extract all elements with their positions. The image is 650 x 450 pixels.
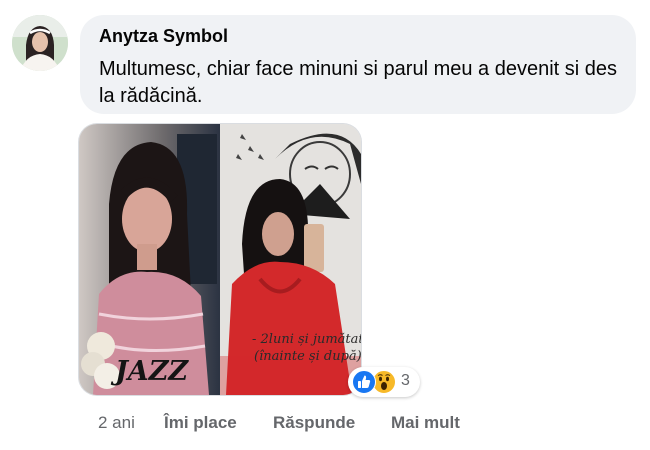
photo-before: JAZZ	[79, 124, 220, 395]
avatar-image	[12, 15, 68, 71]
comment-timestamp[interactable]: 2 ani	[98, 413, 135, 433]
photo-caption-duration: - 2luni și jumătate	[252, 332, 361, 347]
avatar[interactable]	[12, 15, 68, 71]
like-icon	[352, 370, 376, 394]
more-button[interactable]: Mai mult	[391, 413, 460, 433]
like-button[interactable]: Îmi place	[164, 413, 237, 433]
photo-caption-jazz: JAZZ	[110, 356, 189, 387]
comment-bubble: Anytza Symbol Multumesc, chiar face minu…	[80, 15, 636, 114]
comment-text: Multumesc, chiar face minuni si parul me…	[99, 58, 618, 107]
reply-button[interactable]: Răspunde	[273, 413, 355, 433]
reaction-count: 3	[401, 372, 410, 389]
photo-caption-before-after: (înainte și după)	[254, 349, 361, 364]
photo-after: - 2luni și jumătate (înainte și după)	[220, 124, 361, 395]
comment-photo[interactable]: JAZZ - 2luni și jumătate (înainte și dup…	[79, 124, 361, 395]
comment-author[interactable]: Anytza Symbol	[99, 26, 228, 47]
reactions-summary[interactable]: 3	[348, 367, 420, 397]
